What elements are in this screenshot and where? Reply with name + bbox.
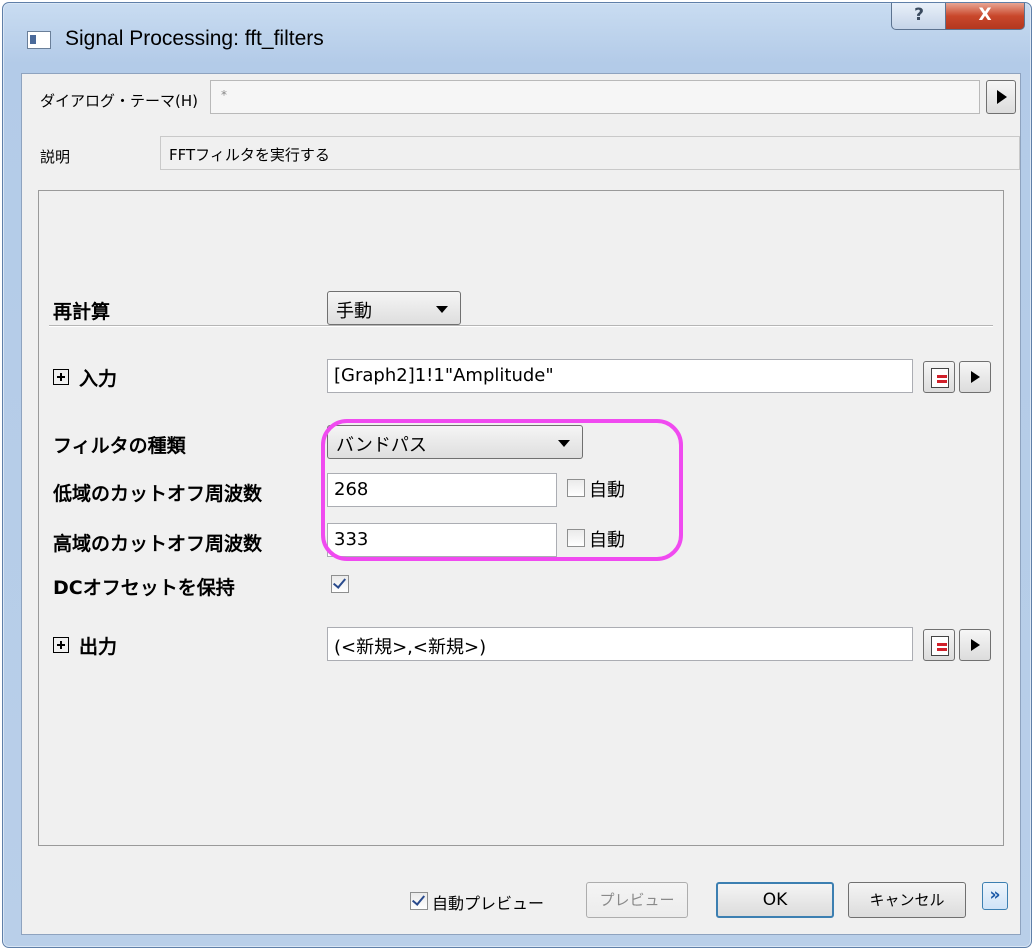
expand-dialog-icon[interactable]: » — [982, 882, 1008, 910]
theme-value: * — [221, 88, 227, 102]
auto-preview-checkbox[interactable] — [410, 892, 428, 910]
expand-input-icon[interactable] — [53, 369, 69, 385]
description-box: FFTフィルタを実行する — [160, 136, 1020, 170]
output-value: (<新規>,<新規>) — [334, 637, 487, 658]
divider — [49, 325, 993, 326]
auto-preview-label: 自動プレビュー — [432, 894, 545, 913]
low-cutoff-label: 低域のカットオフ周波数 — [53, 483, 263, 505]
dialog-footer: 自動プレビュー プレビュー OK キャンセル » — [22, 854, 1020, 934]
output-menu-arrow-icon[interactable] — [959, 629, 991, 661]
dialog-body: ダイアログ・テーマ(H) * 説明 FFTフィルタを実行する 再計算 手動 入力… — [21, 73, 1021, 935]
expand-output-icon[interactable] — [53, 637, 69, 653]
select-range-icon[interactable] — [923, 629, 955, 661]
cancel-button[interactable]: キャンセル — [848, 882, 966, 918]
title-bar[interactable]: Signal Processing: fft_filters ? X — [3, 3, 1031, 50]
theme-label: ダイアログ・テーマ(H) — [40, 92, 198, 110]
settings-panel: 再計算 手動 入力 [Graph2]1!1"Amplitude" フィルタの種類… — [38, 190, 1004, 846]
description-text: FFTフィルタを実行する — [169, 146, 330, 164]
input-label: 入力 — [79, 368, 118, 390]
description-label: 説明 — [40, 148, 71, 166]
recalc-value: 手動 — [336, 301, 372, 322]
app-icon — [27, 31, 51, 49]
dc-offset-checkbox[interactable] — [331, 575, 349, 593]
input-value: [Graph2]1!1"Amplitude" — [334, 365, 554, 386]
dialog-window: Signal Processing: fft_filters ? X ダイアログ… — [2, 2, 1032, 948]
close-button[interactable]: X — [945, 3, 1025, 30]
ok-button[interactable]: OK — [716, 882, 834, 918]
output-field[interactable]: (<新規>,<新規>) — [327, 627, 913, 661]
output-label: 出力 — [79, 636, 118, 658]
window-title: Signal Processing: fft_filters — [65, 27, 324, 50]
theme-menu-arrow-icon[interactable] — [986, 80, 1016, 114]
preview-button[interactable]: プレビュー — [586, 882, 688, 918]
theme-combobox[interactable]: * — [210, 80, 980, 114]
input-field[interactable]: [Graph2]1!1"Amplitude" — [327, 359, 913, 393]
filter-type-label: フィルタの種類 — [53, 435, 186, 457]
recalc-dropdown[interactable]: 手動 — [327, 291, 461, 325]
help-button[interactable]: ? — [891, 3, 947, 30]
input-menu-arrow-icon[interactable] — [959, 361, 991, 393]
chevron-down-icon — [436, 306, 448, 313]
select-range-icon[interactable] — [923, 361, 955, 393]
highlight-outline — [321, 419, 683, 561]
dc-offset-label: DCオフセットを保持 — [53, 577, 235, 599]
high-cutoff-label: 高域のカットオフ周波数 — [53, 533, 263, 555]
recalc-label: 再計算 — [53, 301, 111, 323]
